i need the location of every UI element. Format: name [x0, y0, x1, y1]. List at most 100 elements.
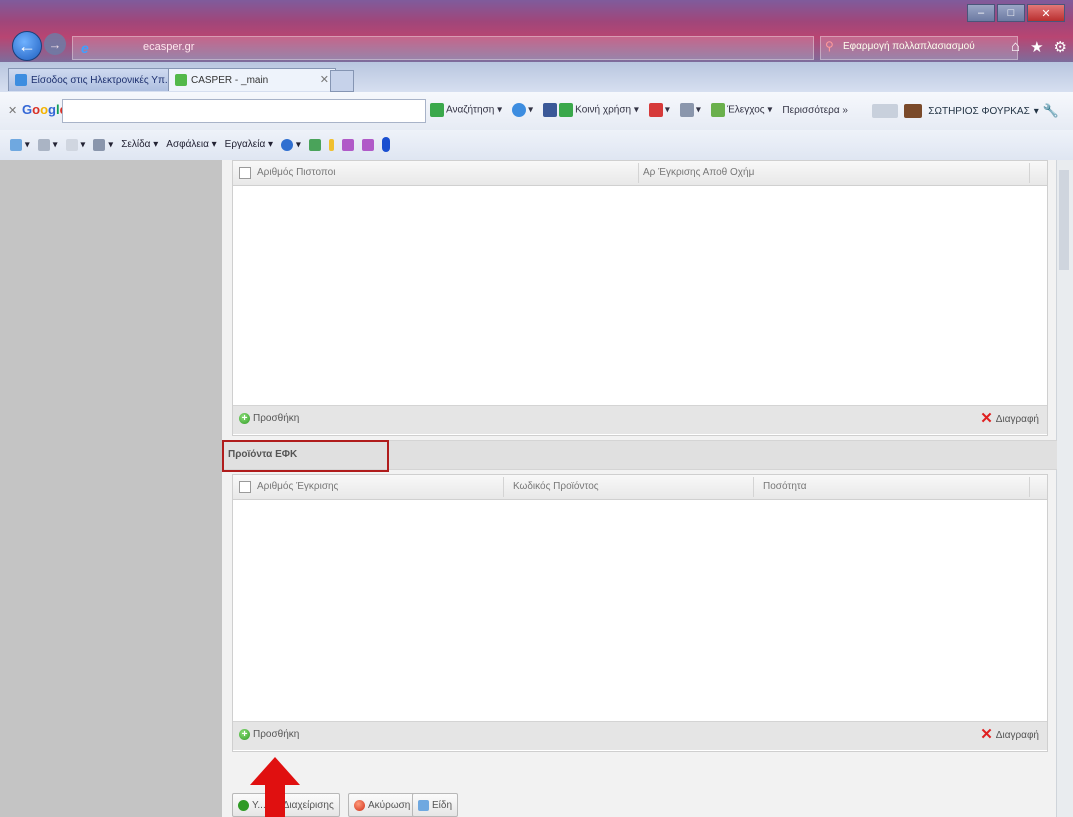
translate-icon [648, 103, 663, 117]
google-toolbar-items: Αναζήτηση ▾ ▾ Κοινή χρήση ▾ ▾ ▾ Έλεγχος … [430, 103, 848, 117]
vertical-scrollbar[interactable] [1056, 160, 1073, 817]
column-header-quantity[interactable]: Ποσότητα [763, 481, 806, 492]
browser-right-icons: ⌂ ★ ⚙ [1011, 38, 1067, 56]
delete-certificate-button[interactable]: ✕ Διαγραφή [980, 410, 1039, 427]
delete-product-button[interactable]: ✕ Διαγραφή [980, 726, 1039, 743]
extra-icon-3[interactable] [341, 138, 354, 151]
translate-button[interactable]: ▾ [648, 103, 670, 117]
search-icon [430, 103, 444, 117]
bookmark-button[interactable]: ▾ [512, 103, 533, 117]
cancel-icon [354, 799, 365, 811]
add-icon: + [239, 729, 250, 740]
column-separator [503, 477, 504, 497]
column-header-approval[interactable]: Αρ Έγκρισης Αποθ Οχήμ [643, 167, 754, 178]
command-bar: ▾ ▾ ▾ ▾ Σελίδα ▾ Ασφάλεια ▾ Εργαλεία ▾ ▾ [0, 130, 1073, 161]
google-user-area[interactable]: ΣΩΤΗΡΙΟΣ ΦΟΥΡΚΑΣ ▾ 🔧 [872, 103, 1059, 119]
tab-favicon-icon [175, 74, 187, 86]
column-separator [1029, 477, 1030, 497]
products-grid: Αριθμός Έγκρισης Κωδικός Προϊόντος Ποσότ… [232, 474, 1048, 752]
forward-button[interactable]: → [44, 33, 66, 55]
facebook-icon [543, 103, 558, 117]
items-button[interactable]: Είδη [412, 793, 459, 817]
feeds-command-icon[interactable]: ▾ [37, 138, 58, 151]
tab-label: Είσοδος στις Ηλεκτρονικές Υπ... [31, 74, 174, 86]
add-label: Προσθήκη [253, 413, 300, 424]
extra-icon-1[interactable] [308, 138, 321, 151]
save-icon [238, 799, 249, 811]
print-command-icon[interactable]: ▾ [93, 138, 113, 151]
column-separator [753, 477, 754, 497]
close-toolbar-icon[interactable]: ✕ [8, 104, 17, 117]
ie-logo-icon: e [81, 40, 89, 56]
cancel-label: Ακύρωση [368, 799, 411, 811]
check-button[interactable]: Έλεγχος ▾ [710, 103, 772, 117]
mail-command-icon[interactable]: ▾ [65, 138, 85, 151]
select-all-checkbox[interactable] [239, 167, 251, 179]
back-button[interactable]: ← [12, 31, 42, 61]
delete-icon: ✕ [980, 410, 993, 427]
add-certificate-button[interactable]: + Προσθήκη [239, 413, 299, 424]
menu-button[interactable]: ▾ [679, 103, 701, 117]
grid-header: Αριθμός Έγκρισης Κωδικός Προϊόντος Ποσότ… [233, 475, 1047, 500]
settings-gear-icon[interactable]: ⚙ [1054, 38, 1067, 56]
check-icon [710, 103, 725, 117]
items-label: Είδη [432, 799, 453, 811]
browser-search-text: Εφαρμογή πολλαπλασιασμού [843, 41, 975, 52]
grid-footer: + Προσθήκη ✕ Διαγραφή [233, 721, 1047, 750]
add-product-button[interactable]: + Προσθήκη [239, 729, 299, 740]
bookmark-icon [512, 103, 527, 117]
user-name: ΣΩΤΗΡΙΟΣ ΦΟΥΡΚΑΣ [928, 105, 1030, 117]
close-window-button[interactable]: ✕ [1027, 4, 1065, 22]
extra-icon-4[interactable] [361, 138, 374, 151]
column-header-certificate[interactable]: Αριθμός Πιστοποι [257, 167, 335, 178]
add-label: Προσθήκη [253, 729, 300, 740]
items-icon [418, 799, 429, 811]
share-icon [559, 103, 574, 117]
browser-title-bar: ← → e ecasper.gr ⚲ Εφαρμογή πολλαπλασιασ… [0, 0, 1073, 62]
google-search-button[interactable]: Αναζήτηση ▾ [430, 103, 502, 117]
delete-label: Διαγραφή [995, 729, 1039, 741]
select-all-checkbox[interactable] [239, 481, 251, 493]
cancel-button[interactable]: Ακύρωση [348, 793, 417, 817]
google-search-input[interactable] [62, 99, 426, 123]
more-button[interactable]: Περισσότερα » [782, 105, 848, 116]
user-avatar-icon [904, 104, 923, 118]
toolbar-toggle-icon [872, 104, 899, 118]
extra-icon-5[interactable] [381, 137, 390, 152]
column-separator [638, 163, 639, 183]
google-toolbar: ✕ Google Αναζήτηση ▾ ▾ Κοινή χρήση ▾ ▾ ▾… [0, 92, 1073, 131]
column-header-product-code[interactable]: Κωδικός Προϊόντος [513, 481, 599, 492]
share-label: Κοινή χρήση [575, 104, 632, 116]
delete-icon: ✕ [980, 726, 993, 743]
safety-menu[interactable]: Ασφάλεια ▾ [166, 139, 216, 150]
tools-menu[interactable]: Εργαλεία ▾ [225, 139, 273, 150]
tab-close-icon[interactable]: ✕ [320, 73, 329, 86]
wrench-icon[interactable]: 🔧 [1043, 103, 1059, 119]
share-button[interactable]: Κοινή χρήση ▾ [543, 103, 639, 117]
scrollbar-thumb[interactable] [1059, 170, 1069, 270]
minimize-button[interactable]: – [967, 4, 995, 22]
safety-menu-label: Ασφάλεια [166, 139, 209, 150]
check-label: Έλεγχος [726, 104, 765, 116]
tab-casper[interactable]: CASPER - _main ✕ [168, 68, 336, 91]
maximize-button[interactable]: □ [997, 4, 1025, 22]
home-command-icon[interactable]: ▾ [10, 138, 30, 151]
help-command-icon[interactable]: ▾ [281, 138, 301, 151]
certificates-grid: Αριθμός Πιστοποι Αρ Έγκρισης Αποθ Οχήμ +… [232, 160, 1048, 436]
command-bar-items: ▾ ▾ ▾ ▾ Σελίδα ▾ Ασφάλεια ▾ Εργαλεία ▾ ▾ [10, 137, 390, 152]
tab-bar: Είσοδος στις Ηλεκτρονικές Υπ... CASPER -… [0, 62, 1073, 93]
extra-icon-2[interactable] [328, 138, 334, 151]
new-tab-button[interactable] [330, 70, 354, 92]
form-action-bar: Υ... Διαχείρισης Ακύρωση Είδη [232, 789, 1057, 817]
window-controls: – □ ✕ [967, 4, 1065, 22]
browser-search-box[interactable]: ⚲ Εφαρμογή πολλαπλασιασμού [820, 36, 1018, 60]
page-menu[interactable]: Σελίδα ▾ [121, 139, 158, 150]
page-menu-label: Σελίδα [121, 139, 151, 150]
section-highlight-box [222, 440, 389, 472]
favorites-star-icon[interactable]: ★ [1030, 38, 1043, 56]
column-header-approval-number[interactable]: Αριθμός Έγκρισης [257, 481, 338, 492]
menu-icon [679, 103, 694, 117]
home-icon[interactable]: ⌂ [1011, 38, 1020, 56]
tab-eisodos[interactable]: Είσοδος στις Ηλεκτρονικές Υπ... [8, 68, 176, 91]
address-bar[interactable]: e ecasper.gr [72, 36, 814, 60]
